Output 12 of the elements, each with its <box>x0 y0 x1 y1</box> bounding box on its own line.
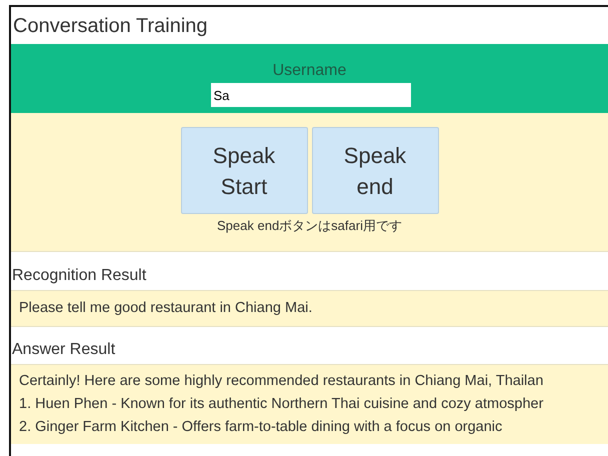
speak-button[interactable]: Speak Start <box>180 127 308 214</box>
answer-line: 1. Huen Phen - Known for its authentic Northern Thai cuisine and cozy atmospher <box>19 395 544 414</box>
answer-line: 2. Ginger Farm Kitchen - Offers farm-to-table dining with a focus on organic <box>19 418 502 437</box>
page-title: Conversation Training <box>12 14 209 39</box>
recognition-result: Please tell me good restaurant in Chiang Mai. <box>11 290 608 327</box>
note-text: Speak endボタンはsafari用です <box>217 217 402 235</box>
username-label: Username <box>272 62 346 80</box>
speak-button[interactable]: Speak end <box>312 127 438 214</box>
section-heading: Answer Result <box>11 340 116 360</box>
username-field[interactable]: Sa <box>210 83 410 107</box>
answer-line: Certainly! Here are some highly recommended restaurants in Chiang Mai, Thailan <box>19 372 544 391</box>
section-heading: Recognition Result <box>11 266 146 286</box>
